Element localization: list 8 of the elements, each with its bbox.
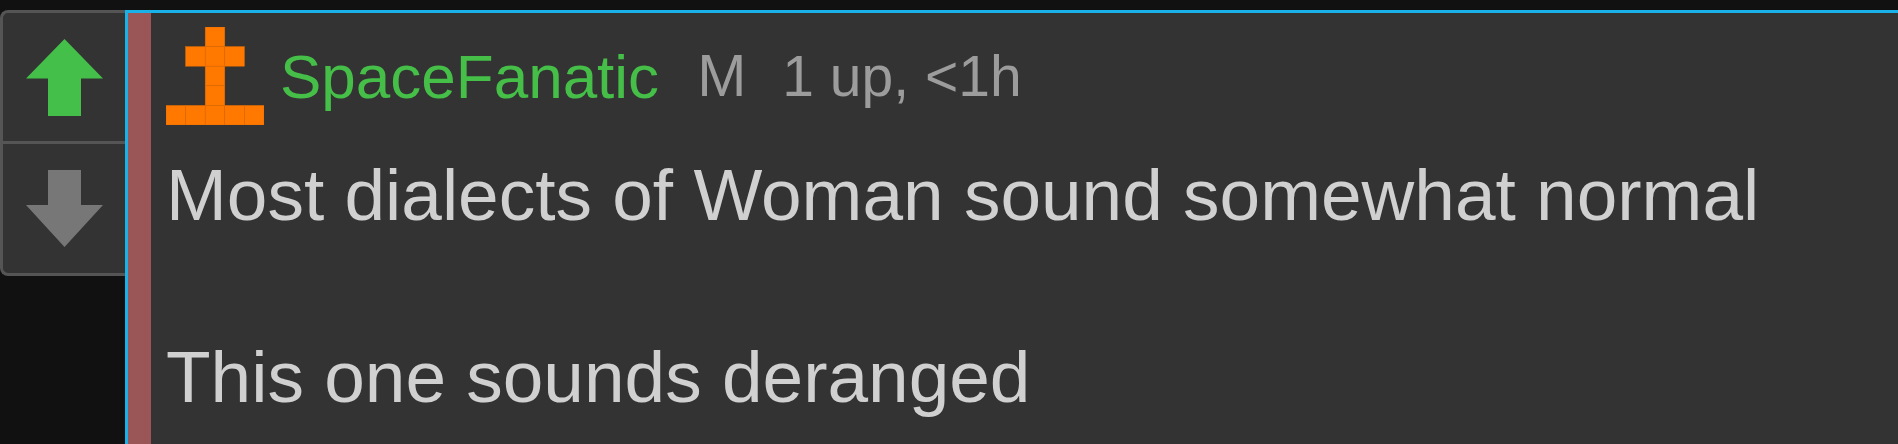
comment-meta: 1 up, <1h (782, 43, 1022, 109)
avatar-icon (166, 27, 264, 125)
upvote-button[interactable] (0, 10, 125, 141)
author-label: M (697, 42, 747, 110)
author-link[interactable]: SpaceFanatic (280, 40, 660, 112)
downvote-button[interactable] (0, 141, 125, 276)
comment-text: Most dialects of Woman sound somewhat normal (166, 153, 1760, 237)
comment-text: This one sounds deranged (166, 335, 1032, 419)
